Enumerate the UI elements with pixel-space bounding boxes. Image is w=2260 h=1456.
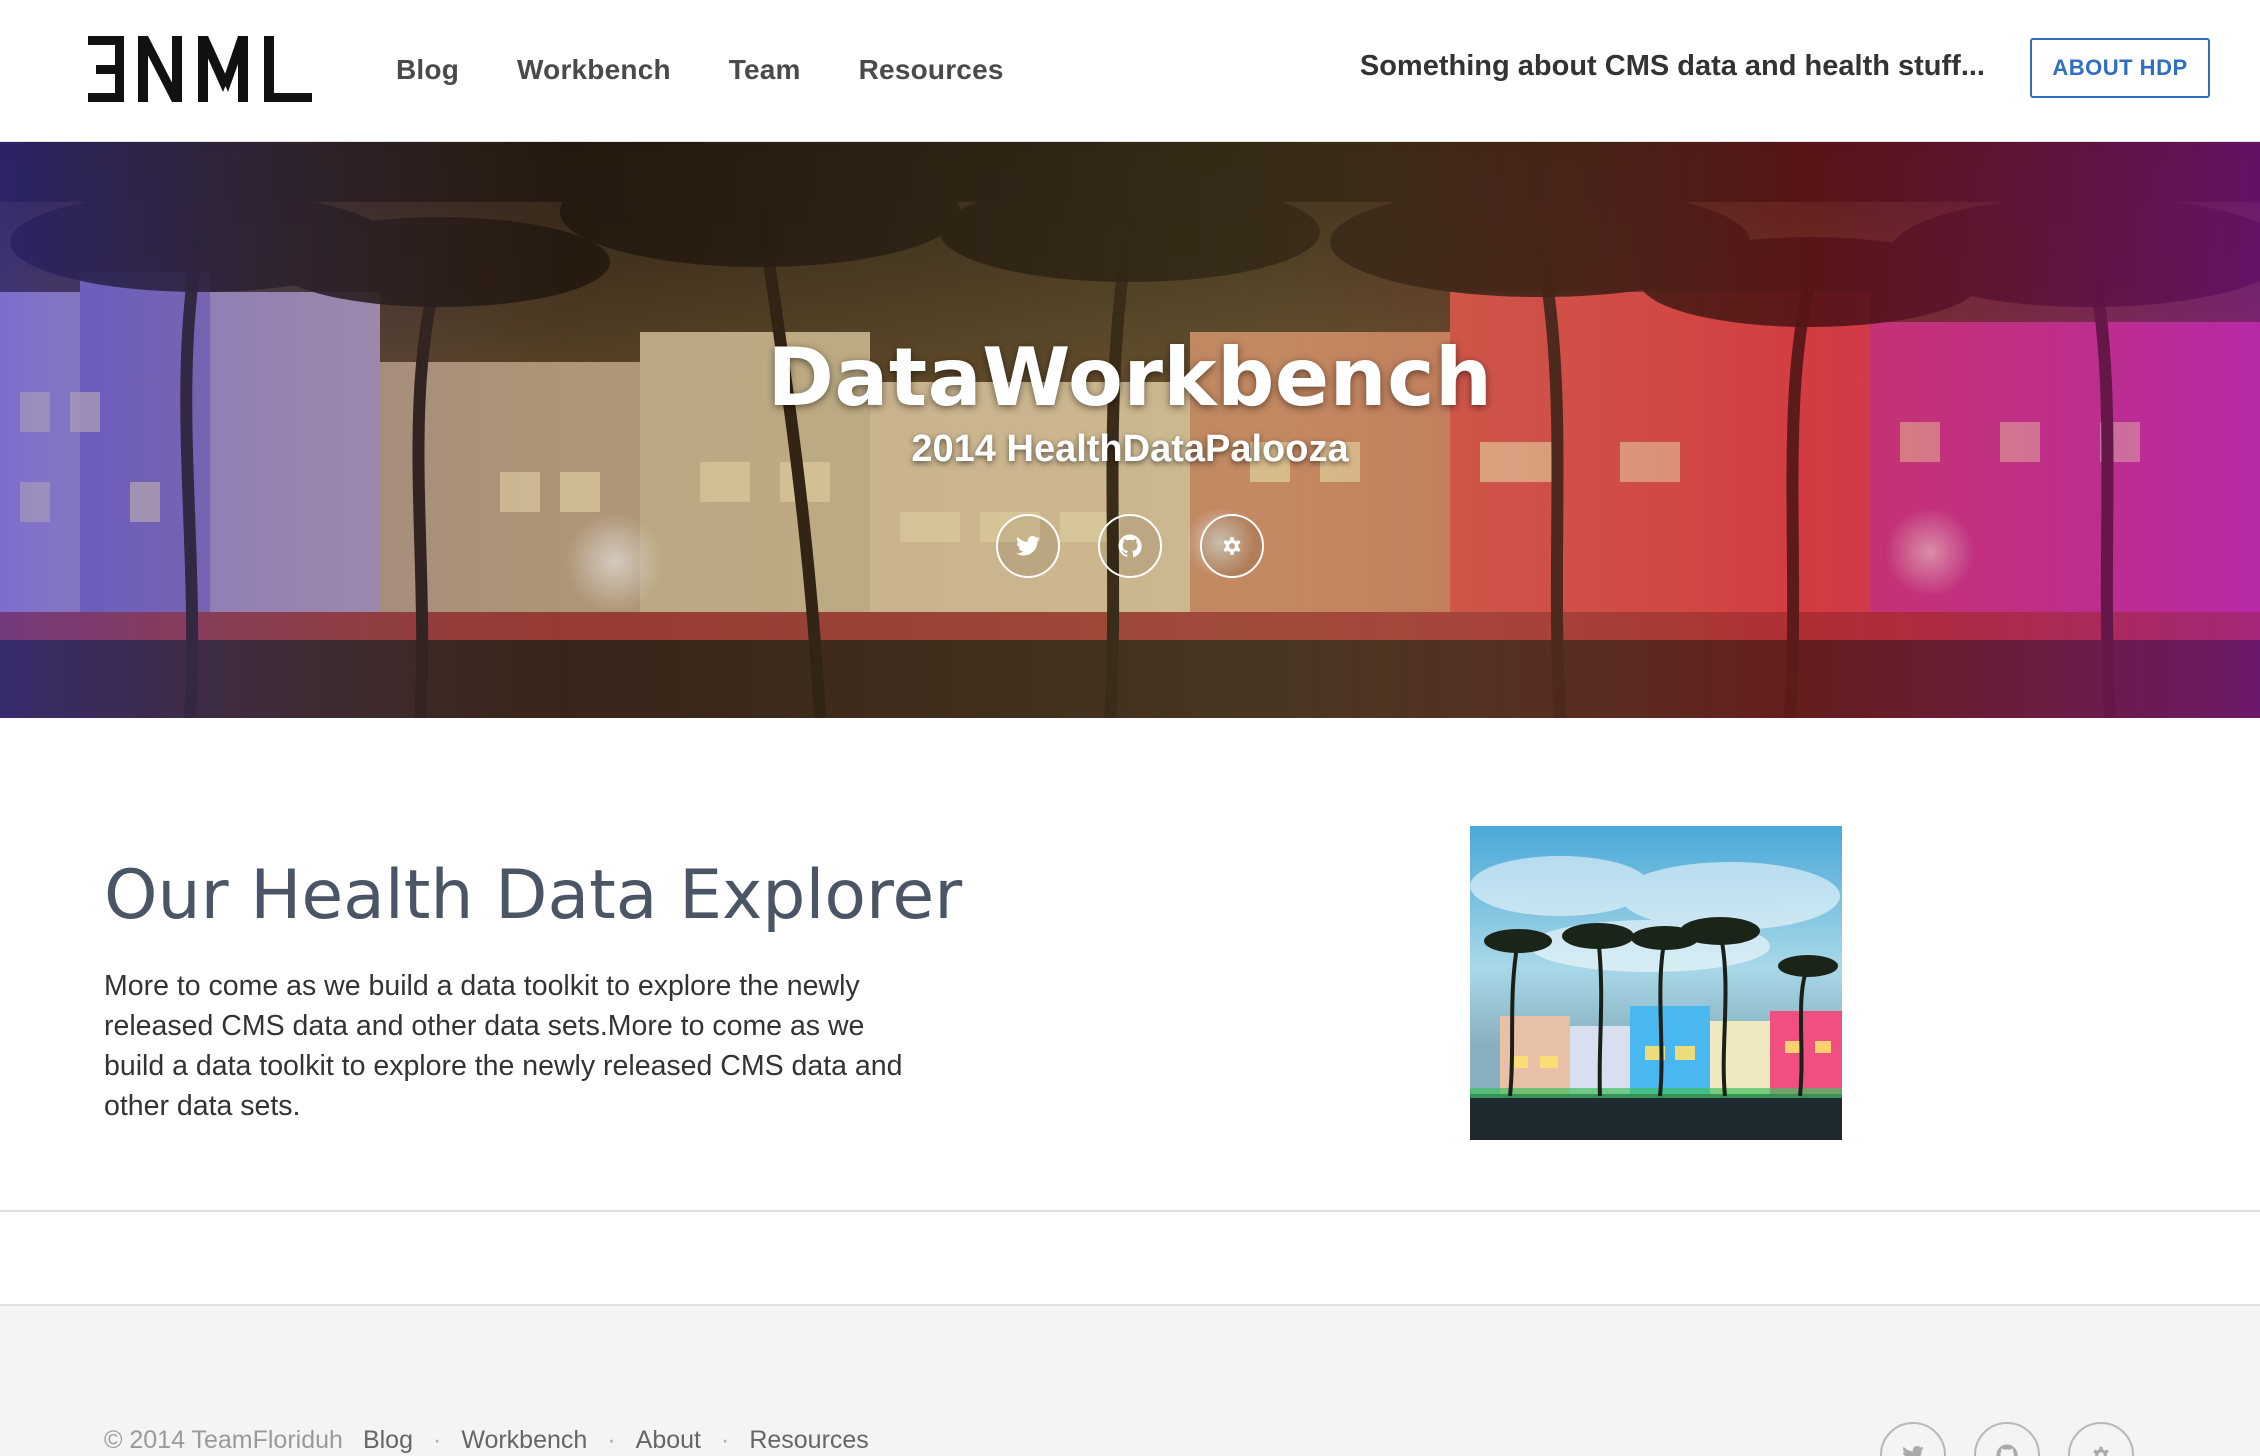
footer-github-button[interactable] <box>1974 1422 2040 1456</box>
hero-twitter-button[interactable] <box>996 514 1060 578</box>
gear-icon <box>1223 537 1241 555</box>
footer-separator: · <box>720 1426 730 1454</box>
site-footer: © 2014 TeamFloriduh Blog · Workbench · A… <box>0 1304 2260 1456</box>
gear-icon <box>2093 1446 2109 1456</box>
nav-team[interactable]: Team <box>729 48 801 92</box>
footer-copyright: © 2014 TeamFloriduh <box>104 1426 343 1454</box>
hero-social-icons <box>0 514 2260 578</box>
site-header: Blog Workbench Team Resources Something … <box>0 0 2260 142</box>
hero-settings-button[interactable] <box>1200 514 1264 578</box>
footer-link-about[interactable]: About <box>636 1420 701 1456</box>
footer-link-resources[interactable]: Resources <box>749 1420 869 1456</box>
footer-links: © 2014 TeamFloriduh Blog · Workbench · A… <box>104 1420 869 1456</box>
site-logo[interactable] <box>88 36 312 102</box>
about-hdp-button[interactable]: ABOUT HDP <box>2030 38 2210 98</box>
hero-github-button[interactable] <box>1098 514 1162 578</box>
footer-social-icons <box>1880 1422 2162 1456</box>
hero-title: DataWorkbench <box>767 331 1493 424</box>
github-icon <box>1118 534 1142 558</box>
hero-subtitle: 2014 HealthDataPalooza <box>911 428 1349 470</box>
footer-settings-button[interactable] <box>2068 1422 2134 1456</box>
twitter-icon <box>1903 1446 1924 1456</box>
footer-twitter-button[interactable] <box>1880 1422 1946 1456</box>
footer-link-workbench[interactable]: Workbench <box>461 1420 587 1456</box>
nav-blog[interactable]: Blog <box>396 48 459 92</box>
github-icon <box>1996 1444 2018 1456</box>
footer-separator: · <box>432 1426 442 1454</box>
nav-resources[interactable]: Resources <box>859 48 1004 92</box>
miami-beach-image <box>1470 826 1842 1140</box>
header-tagline: Something about CMS data and health stuf… <box>1359 50 1985 82</box>
main-nav: Blog Workbench Team Resources <box>396 48 1004 92</box>
section-divider <box>0 1210 2260 1212</box>
hero-banner: DataWorkbench 2014 HealthDataPalooza <box>0 142 2260 718</box>
nav-workbench[interactable]: Workbench <box>517 48 671 92</box>
footer-link-blog[interactable]: Blog <box>363 1420 413 1456</box>
twitter-icon <box>1016 536 1040 556</box>
section-title: Our Health Data Explorer <box>104 856 963 935</box>
footer-separator: · <box>607 1426 616 1454</box>
section-description: More to come as we build a data toolkit … <box>104 970 903 1122</box>
